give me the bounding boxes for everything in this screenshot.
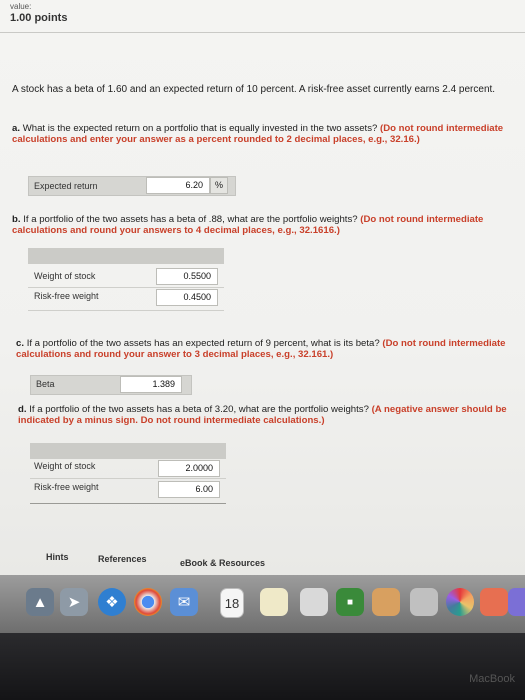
- hints-link[interactable]: Hints: [46, 552, 69, 562]
- reminders-icon[interactable]: [300, 588, 328, 616]
- preview-icon[interactable]: [410, 588, 438, 616]
- row-divider: [28, 310, 224, 311]
- launchpad-icon[interactable]: ▲: [26, 588, 54, 616]
- row-divider: [30, 478, 226, 479]
- question-d-text: If a portfolio of the two assets has a b…: [29, 404, 369, 415]
- risk-free-weight-input[interactable]: 6.00: [158, 481, 220, 498]
- assignment-page: value: 1.00 points A stock has a beta of…: [0, 0, 525, 575]
- app-icon[interactable]: [480, 588, 508, 616]
- beta-label: Beta: [36, 379, 55, 389]
- notes-icon[interactable]: [260, 588, 288, 616]
- question-b-text: If a portfolio of the two assets has a b…: [23, 214, 358, 225]
- percent-unit: %: [210, 177, 228, 194]
- laptop-bezel: [0, 633, 525, 700]
- answer-panel-d-header: [30, 443, 226, 459]
- question-a-prefix: a.: [12, 123, 21, 134]
- beta-input[interactable]: 1.389: [120, 376, 182, 393]
- question-c-prefix: c.: [16, 338, 25, 349]
- weight-of-stock-input[interactable]: 2.0000: [158, 460, 220, 477]
- question-b: b. If a portfolio of the two assets has …: [12, 214, 518, 236]
- calendar-icon[interactable]: 18: [220, 588, 244, 618]
- more-icon[interactable]: [508, 588, 525, 616]
- macbook-logo-text: MacBook: [469, 673, 515, 685]
- row-divider: [28, 287, 224, 288]
- value-label: value:: [10, 2, 32, 11]
- weight-of-stock-label: Weight of stock: [34, 461, 96, 471]
- photos-icon[interactable]: [446, 588, 474, 616]
- question-c-text: If a portfolio of the two assets has an …: [26, 338, 380, 349]
- header-divider: [0, 32, 525, 33]
- mail-icon[interactable]: ✉: [170, 588, 198, 616]
- question-b-prefix: b.: [12, 214, 21, 225]
- photos-app-icon[interactable]: [372, 588, 400, 616]
- expected-return-input[interactable]: 6.20: [146, 177, 210, 194]
- expected-return-label: Expected return: [34, 181, 98, 191]
- risk-free-weight-label: Risk-free weight: [34, 482, 99, 492]
- weight-of-stock-label: Weight of stock: [34, 271, 96, 281]
- question-d-prefix: d.: [18, 404, 27, 415]
- row-divider: [30, 503, 226, 504]
- risk-free-weight-label: Risk-free weight: [34, 291, 99, 301]
- points-label: 1.00 points: [10, 12, 68, 24]
- question-c: c. If a portfolio of the two assets has …: [16, 338, 518, 360]
- risk-free-weight-input[interactable]: 0.4500: [156, 289, 218, 306]
- numbers-icon[interactable]: ■: [336, 588, 364, 616]
- question-d: d. If a portfolio of the two assets has …: [18, 404, 518, 426]
- problem-intro: A stock has a beta of 1.60 and an expect…: [12, 84, 496, 95]
- question-a-text: What is the expected return on a portfol…: [22, 123, 378, 134]
- answer-panel-b-header: [28, 248, 224, 264]
- references-link[interactable]: References: [98, 554, 147, 564]
- question-a: a. What is the expected return on a port…: [12, 123, 518, 145]
- chrome-icon[interactable]: [134, 588, 162, 616]
- safari-icon[interactable]: ❖: [98, 588, 126, 616]
- rocket-icon[interactable]: ➤: [60, 588, 88, 616]
- ebook-resources-link[interactable]: eBook & Resources: [180, 558, 265, 568]
- weight-of-stock-input[interactable]: 0.5500: [156, 268, 218, 285]
